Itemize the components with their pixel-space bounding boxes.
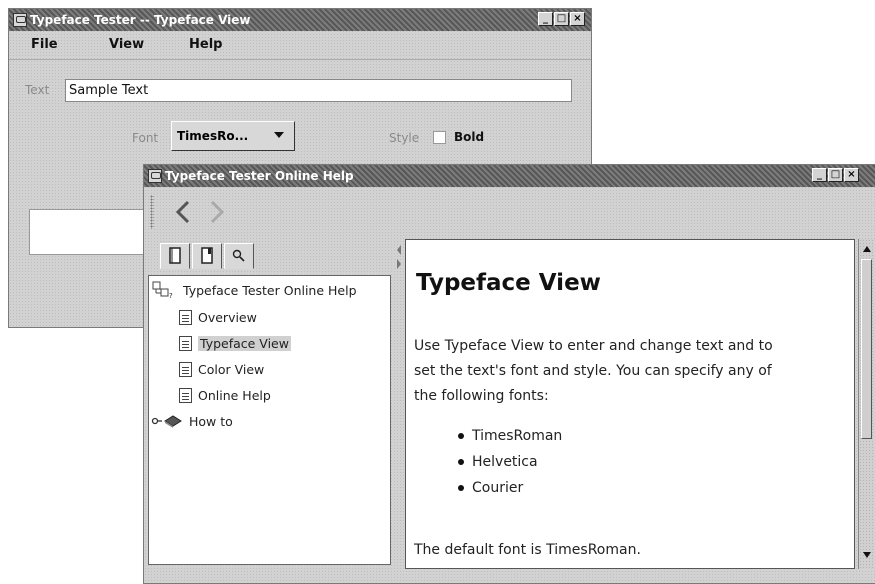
content-footer-text: The default font is TimesRoman.: [414, 542, 641, 558]
search-icon: [232, 249, 245, 262]
splitter-arrows-icon[interactable]: [395, 243, 403, 273]
toc-item-label: Online Help: [198, 388, 271, 403]
maximize-button[interactable]: □: [828, 168, 843, 182]
toc-tab-icon: [169, 247, 181, 264]
document-icon: [179, 388, 192, 403]
app-icon: [148, 169, 162, 183]
book-closed-icon: [151, 415, 182, 428]
menu-view[interactable]: View: [109, 37, 144, 52]
menu-help[interactable]: Help: [189, 37, 222, 52]
help-title: Typeface Tester Online Help: [165, 169, 354, 183]
bullet-icon: [458, 459, 464, 465]
style-label: Style: [389, 131, 420, 145]
content-paragraph-line-1: Use Typeface View to enter and change te…: [414, 338, 773, 354]
toc-item-label-selected: Typeface View: [198, 336, 291, 351]
app-icon: [13, 13, 27, 27]
maximize-button[interactable]: □: [554, 12, 569, 26]
content-paragraph-line-3: the following fonts:: [414, 388, 549, 404]
scroll-thumb[interactable]: [861, 259, 872, 439]
document-icon: [179, 310, 192, 325]
content-pane: Typeface View Use Typeface View to enter…: [405, 239, 855, 569]
help-set-icon: ?: [152, 281, 173, 300]
toc-pane: ? Typeface Tester Online Help Overview T…: [148, 275, 391, 565]
bullet-icon: [458, 485, 464, 491]
online-help-window: Typeface Tester Online Help _ □ × ? Type…: [143, 164, 875, 584]
menu-divider: [9, 59, 591, 60]
minimize-button[interactable]: _: [812, 168, 827, 182]
forward-arrow-icon: [210, 200, 225, 224]
scroll-down-icon[interactable]: [862, 551, 872, 559]
tester-titlebar[interactable]: Typeface Tester -- Typeface View _ □ ×: [9, 9, 591, 31]
menu-file[interactable]: File: [31, 37, 58, 52]
toc-folder-how-to[interactable]: How to: [151, 413, 233, 429]
font-select[interactable]: TimesRo...: [171, 121, 295, 151]
close-button[interactable]: ×: [844, 168, 859, 182]
help-titlebar[interactable]: Typeface Tester Online Help _ □ ×: [144, 165, 875, 187]
forward-button[interactable]: [202, 197, 232, 227]
svg-text:?: ?: [169, 292, 173, 300]
help-window-controls: _ □ ×: [812, 168, 859, 182]
bold-checkbox[interactable]: [433, 131, 446, 144]
chevron-down-icon: [274, 132, 284, 138]
bullet-text: Helvetica: [472, 454, 538, 470]
bullet-item: Courier: [458, 480, 523, 496]
toc-item-label: Color View: [198, 362, 265, 377]
text-input-value: Sample Text: [69, 83, 149, 98]
content-paragraph-line-2: set the text's font and style. You can s…: [414, 363, 772, 379]
toc-item-online-help[interactable]: Online Help: [179, 388, 271, 403]
tab-index[interactable]: [192, 243, 222, 269]
bullet-item: TimesRoman: [458, 428, 562, 444]
toc-item-color-view[interactable]: Color View: [179, 362, 264, 377]
bullet-text: TimesRoman: [472, 428, 563, 444]
font-select-value: TimesRo...: [177, 129, 249, 143]
index-tab-icon: [201, 247, 213, 264]
tester-menubar: File View Help: [9, 31, 591, 57]
toc-item-overview[interactable]: Overview: [179, 310, 257, 325]
toolbar-grip[interactable]: [150, 195, 154, 229]
content-scrollbar[interactable]: [858, 239, 875, 569]
text-label: Text: [25, 83, 50, 97]
tester-window-controls: _ □ ×: [538, 12, 585, 26]
document-icon: [179, 362, 192, 377]
back-arrow-icon: [175, 200, 190, 224]
font-label: Font: [132, 131, 159, 145]
toc-root-label: Typeface Tester Online Help: [183, 282, 357, 298]
bullet-icon: [458, 433, 464, 439]
bullet-item: Helvetica: [458, 454, 538, 470]
preview-area: [29, 209, 149, 255]
scroll-up-icon[interactable]: [862, 245, 872, 253]
navigator-tabs: [160, 243, 270, 271]
close-button[interactable]: ×: [570, 12, 585, 26]
tab-toc[interactable]: [160, 243, 190, 269]
tab-search[interactable]: [224, 243, 254, 269]
tester-title: Typeface Tester -- Typeface View: [30, 13, 251, 27]
bold-label: Bold: [454, 130, 485, 144]
toc-root[interactable]: ? Typeface Tester Online Help: [151, 280, 357, 300]
text-input[interactable]: Sample Text: [65, 79, 572, 102]
toc-folder-label: How to: [189, 413, 233, 429]
document-icon: [179, 336, 192, 351]
content-heading: Typeface View: [416, 270, 601, 296]
toc-item-typeface-view[interactable]: Typeface View: [179, 336, 291, 351]
back-button[interactable]: [168, 197, 198, 227]
toc-item-label: Overview: [198, 310, 257, 325]
bullet-text: Courier: [472, 480, 524, 496]
minimize-button[interactable]: _: [538, 12, 553, 26]
